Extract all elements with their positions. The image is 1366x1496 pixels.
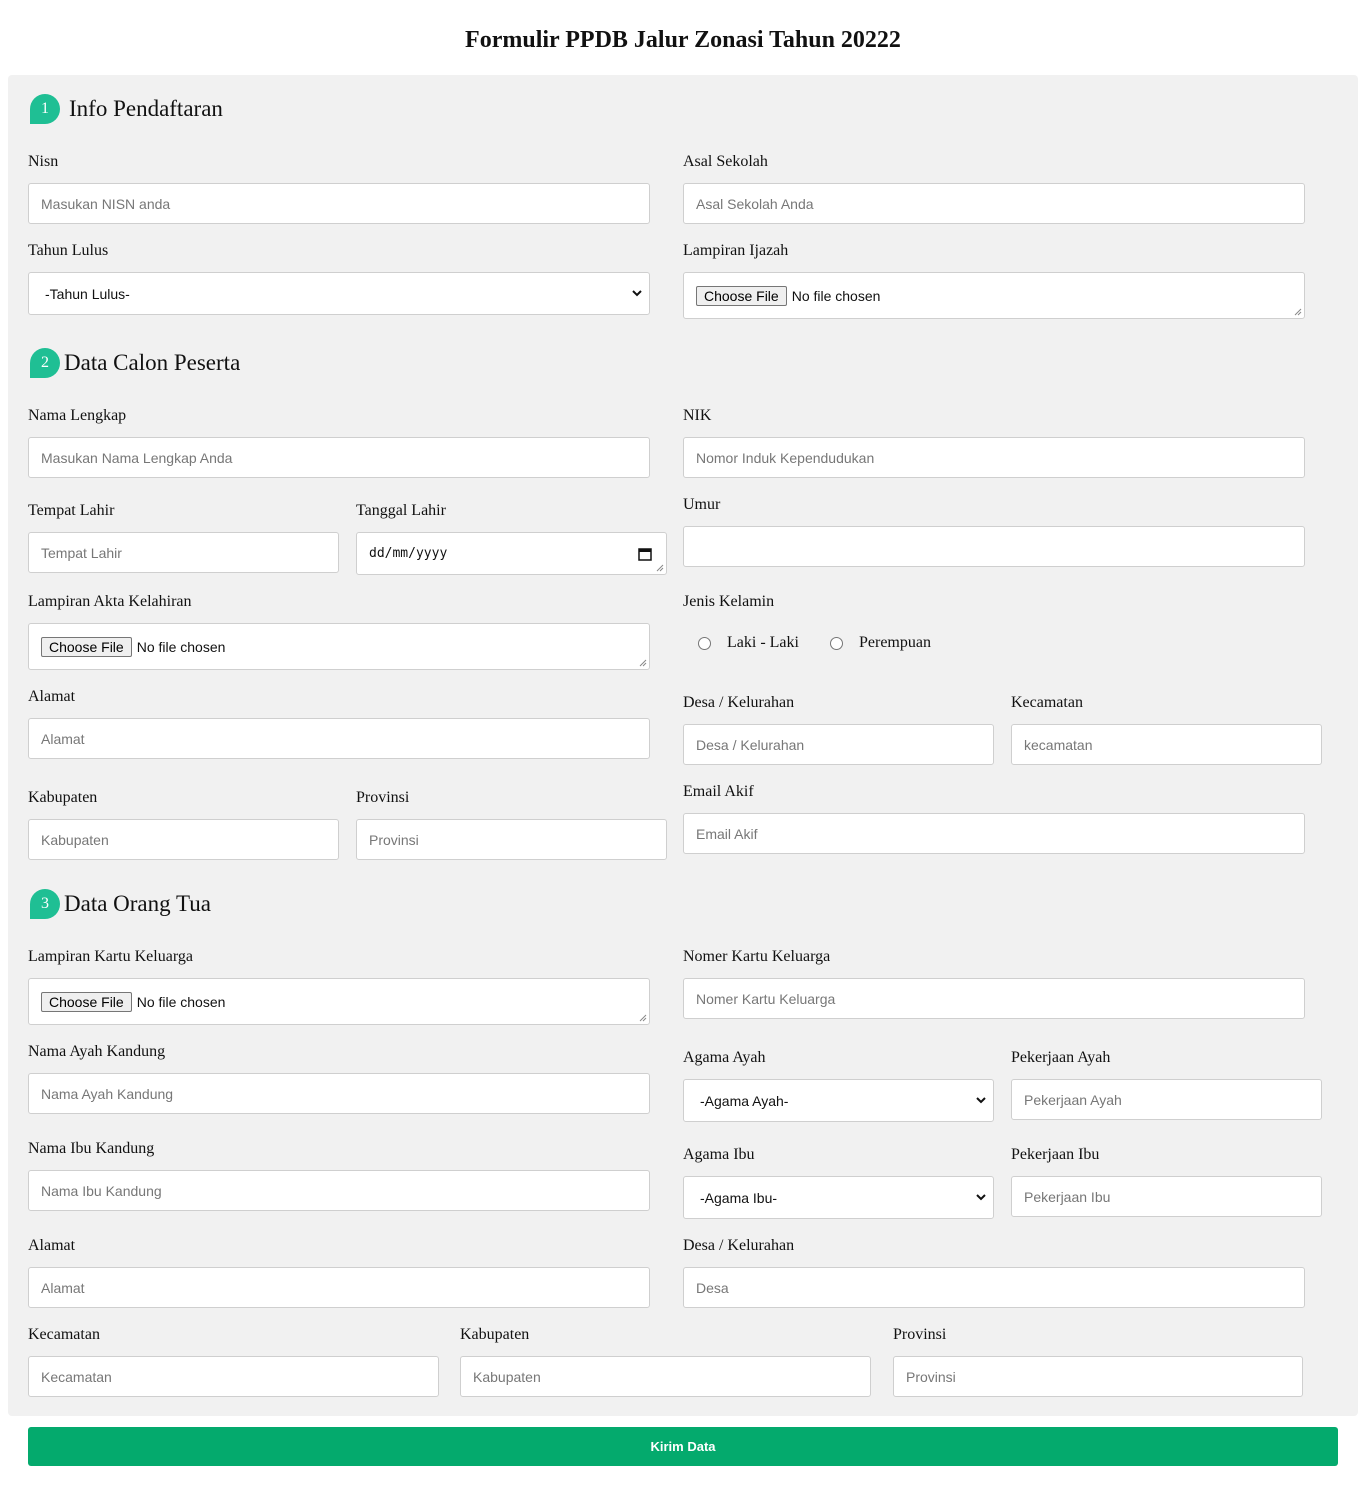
choose-file-button[interactable]: Choose File bbox=[41, 991, 132, 1012]
nisn-label: Nisn bbox=[28, 153, 59, 170]
tahun-lulus-label: Tahun Lulus bbox=[28, 242, 109, 259]
tanggal-lahir-input[interactable]: dd/mm/yyyy bbox=[356, 532, 667, 575]
step-number-badge: 3 bbox=[30, 889, 60, 919]
radio-laki-laki[interactable]: Laki - Laki bbox=[698, 634, 799, 652]
section-info-pendaftaran: 1 Info Pendaftaran bbox=[30, 94, 223, 124]
tahun-lulus-select[interactable]: -Tahun Lulus- bbox=[28, 272, 650, 315]
pekerjaan-ayah-input[interactable] bbox=[1011, 1079, 1322, 1120]
nomer-kk-label: Nomer Kartu Keluarga bbox=[683, 948, 831, 965]
radio-label: Perempuan bbox=[859, 634, 931, 651]
alamat-ortu-label: Alamat bbox=[28, 1237, 76, 1254]
agama-ayah-select[interactable]: -Agama Ayah- bbox=[683, 1079, 994, 1122]
file-status: No file chosen bbox=[791, 287, 881, 304]
nik-label: NIK bbox=[683, 407, 712, 424]
radio-perempuan[interactable]: Perempuan bbox=[830, 634, 931, 652]
radio-button[interactable] bbox=[698, 636, 711, 650]
choose-file-button[interactable]: Choose File bbox=[41, 636, 132, 657]
nomer-kk-input[interactable] bbox=[683, 978, 1305, 1019]
alamat-input[interactable] bbox=[28, 718, 650, 759]
kecamatan-ortu-input[interactable] bbox=[28, 1356, 439, 1397]
nik-input[interactable] bbox=[683, 437, 1305, 478]
agama-ibu-select[interactable]: -Agama Ibu- bbox=[683, 1176, 994, 1219]
lampiran-akta-label: Lampiran Akta Kelahiran bbox=[28, 593, 192, 610]
chevron-down-icon bbox=[976, 1097, 986, 1104]
resize-grip-icon[interactable] bbox=[656, 564, 664, 572]
kabupaten-ortu-input[interactable] bbox=[460, 1356, 871, 1397]
pekerjaan-ibu-label: Pekerjaan Ibu bbox=[1011, 1146, 1100, 1163]
chevron-down-icon bbox=[632, 290, 642, 297]
provinsi-label: Provinsi bbox=[356, 789, 410, 806]
section-data-orang-tua: 3 Data Orang Tua bbox=[30, 889, 211, 919]
desa-ortu-input[interactable] bbox=[683, 1267, 1305, 1308]
nama-ayah-input[interactable] bbox=[28, 1073, 650, 1114]
agama-ayah-label: Agama Ayah bbox=[683, 1049, 766, 1066]
lampiran-kk-label: Lampiran Kartu Keluarga bbox=[28, 948, 193, 965]
radio-button[interactable] bbox=[830, 636, 843, 650]
nama-ibu-label: Nama Ibu Kandung bbox=[28, 1140, 155, 1157]
resize-grip-icon[interactable] bbox=[639, 659, 647, 667]
section-title: Data Calon Peserta bbox=[64, 350, 241, 375]
provinsi-ortu-label: Provinsi bbox=[893, 1326, 947, 1343]
resize-grip-icon[interactable] bbox=[639, 1014, 647, 1022]
nama-ayah-label: Nama Ayah Kandung bbox=[28, 1043, 166, 1060]
provinsi-input[interactable] bbox=[356, 819, 667, 860]
alamat-ortu-input[interactable] bbox=[28, 1267, 650, 1308]
tempat-lahir-label: Tempat Lahir bbox=[28, 502, 115, 519]
section-title: Info Pendaftaran bbox=[69, 96, 223, 121]
nisn-input[interactable] bbox=[28, 183, 650, 224]
step-number-badge: 2 bbox=[30, 348, 60, 378]
lampiran-ijazah-label: Lampiran Ijazah bbox=[683, 242, 789, 259]
alamat-label: Alamat bbox=[28, 688, 76, 705]
radio-label: Laki - Laki bbox=[727, 634, 799, 651]
resize-grip-icon[interactable] bbox=[1294, 308, 1302, 316]
kabupaten-ortu-label: Kabupaten bbox=[460, 1326, 530, 1343]
asal-sekolah-label: Asal Sekolah bbox=[683, 153, 768, 170]
agama-ibu-label: Agama Ibu bbox=[683, 1146, 755, 1163]
agama-ibu-selected: -Agama Ibu- bbox=[700, 1189, 778, 1206]
asal-sekolah-input[interactable] bbox=[683, 183, 1305, 224]
tempat-lahir-input[interactable] bbox=[28, 532, 339, 573]
file-status: No file chosen bbox=[136, 993, 226, 1010]
tahun-lulus-selected: -Tahun Lulus- bbox=[45, 285, 130, 302]
chevron-down-icon bbox=[976, 1194, 986, 1201]
section-data-calon-peserta: 2 Data Calon Peserta bbox=[30, 348, 240, 378]
umur-input[interactable] bbox=[683, 526, 1305, 567]
pekerjaan-ayah-label: Pekerjaan Ayah bbox=[1011, 1049, 1111, 1066]
lampiran-ijazah-file[interactable]: Choose File No file chosen bbox=[683, 272, 1305, 319]
provinsi-ortu-input[interactable] bbox=[893, 1356, 1303, 1397]
section-title: Data Orang Tua bbox=[64, 891, 211, 916]
desa-input[interactable] bbox=[683, 724, 994, 765]
desa-ortu-label: Desa / Kelurahan bbox=[683, 1237, 795, 1254]
step-number-badge: 1 bbox=[30, 94, 60, 124]
desa-label: Desa / Kelurahan bbox=[683, 694, 795, 711]
umur-label: Umur bbox=[683, 496, 721, 513]
page-title: Formulir PPDB Jalur Zonasi Tahun 20222 bbox=[465, 27, 901, 53]
file-status: No file chosen bbox=[136, 638, 226, 655]
kecamatan-ortu-label: Kecamatan bbox=[28, 1326, 100, 1343]
kecamatan-label: Kecamatan bbox=[1011, 694, 1083, 711]
email-label: Email Akif bbox=[683, 783, 754, 800]
nama-lengkap-label: Nama Lengkap bbox=[28, 407, 127, 424]
agama-ayah-selected: -Agama Ayah- bbox=[700, 1092, 789, 1109]
tanggal-lahir-label: Tanggal Lahir bbox=[356, 502, 446, 519]
choose-file-button[interactable]: Choose File bbox=[696, 285, 787, 306]
kecamatan-input[interactable] bbox=[1011, 724, 1322, 765]
calendar-icon[interactable] bbox=[638, 547, 652, 561]
email-input[interactable] bbox=[683, 813, 1305, 854]
lampiran-akta-file[interactable]: Choose File No file chosen bbox=[28, 623, 650, 670]
lampiran-kk-file[interactable]: Choose File No file chosen bbox=[28, 978, 650, 1025]
kabupaten-label: Kabupaten bbox=[28, 789, 98, 806]
nama-lengkap-input[interactable] bbox=[28, 437, 650, 478]
jenis-kelamin-label: Jenis Kelamin bbox=[683, 593, 775, 610]
date-value: dd/mm/yyyy bbox=[369, 546, 448, 561]
pekerjaan-ibu-input[interactable] bbox=[1011, 1176, 1322, 1217]
nama-ibu-input[interactable] bbox=[28, 1170, 650, 1211]
kabupaten-input[interactable] bbox=[28, 819, 339, 860]
submit-button[interactable]: Kirim Data bbox=[28, 1427, 1338, 1466]
